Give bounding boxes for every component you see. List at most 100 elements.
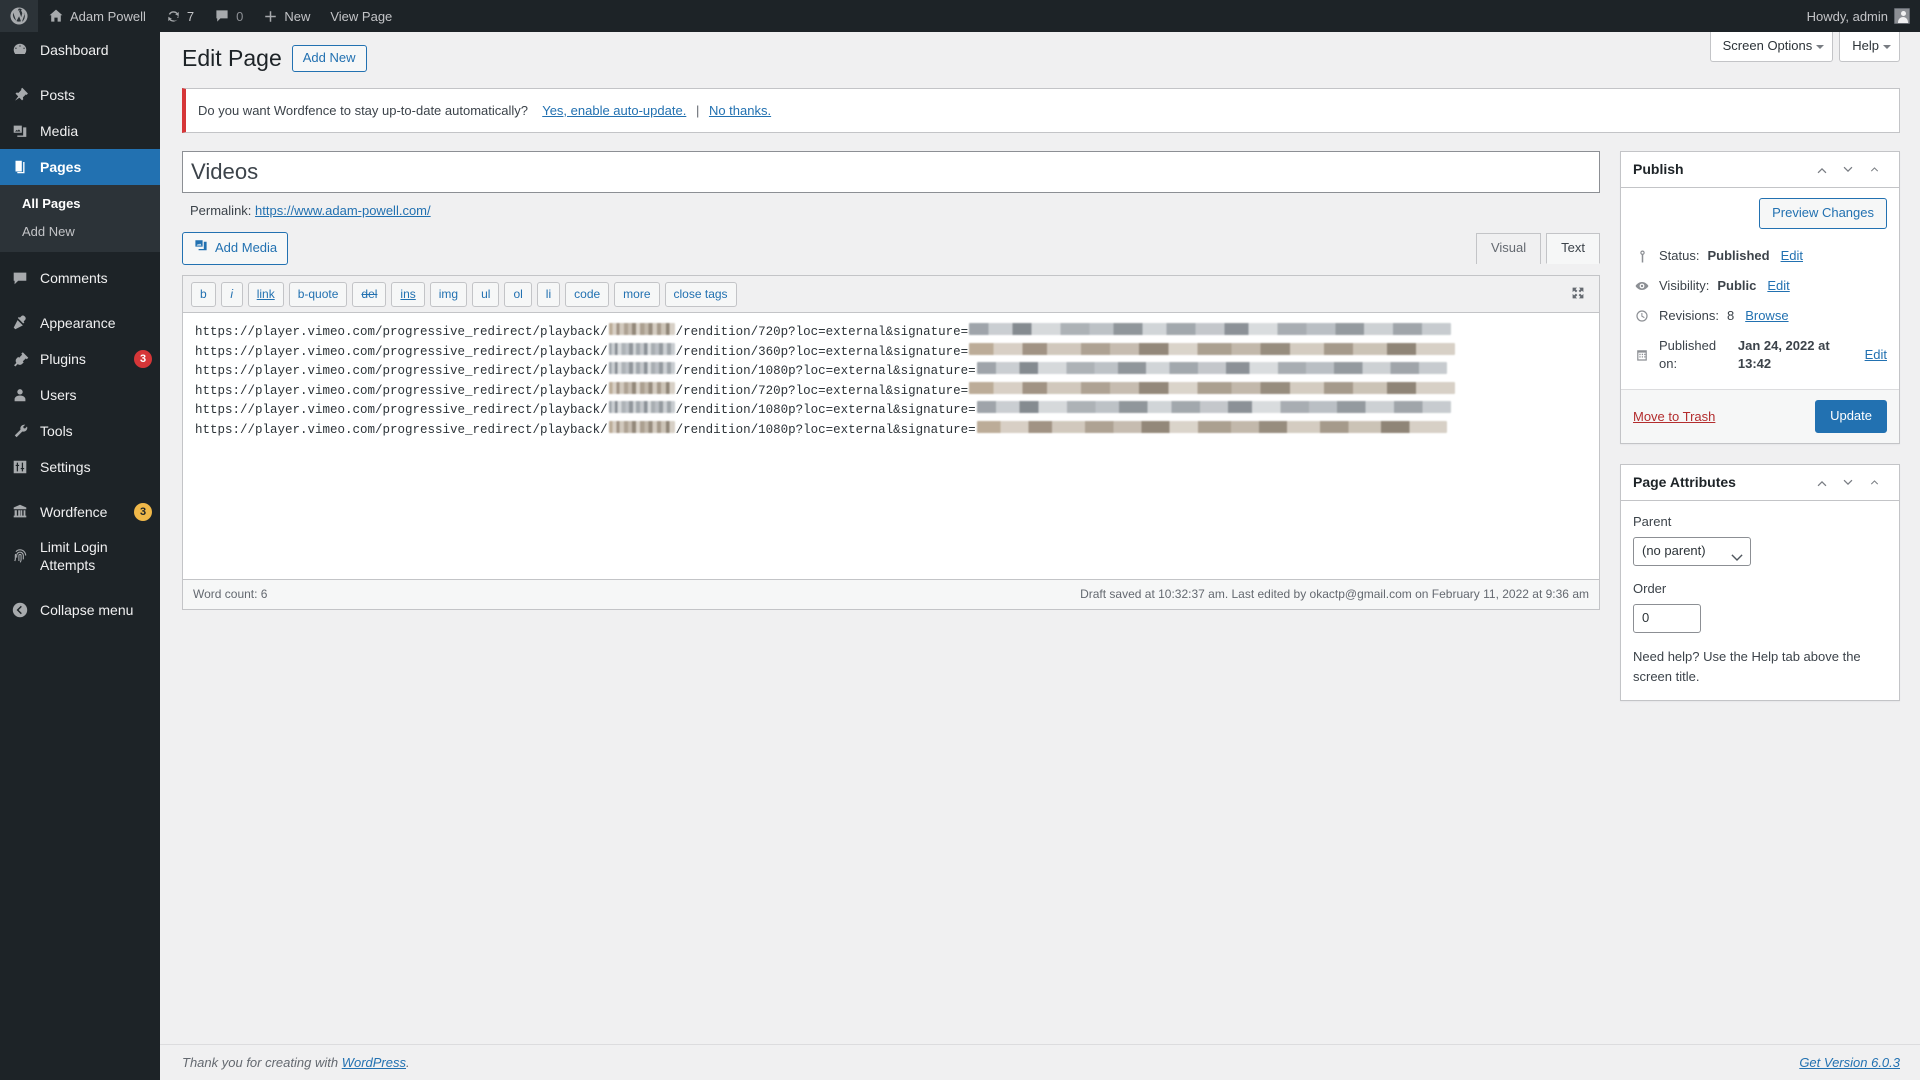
edit-status-link[interactable]: Edit — [1781, 247, 1803, 265]
redacted-signature — [969, 323, 1452, 336]
redacted-video-id — [608, 420, 675, 433]
admin-sidebar: Dashboard Posts Media Pages All Pages Ad… — [0, 32, 168, 1080]
post-title-input[interactable] — [182, 151, 1600, 194]
update-button[interactable]: Update — [1815, 400, 1887, 434]
quicktag-del[interactable]: del — [352, 282, 387, 308]
sidebar-item-posts[interactable]: Posts — [0, 77, 160, 113]
no-thanks-link[interactable]: No thanks. — [709, 103, 771, 118]
editor-code-line: https://player.vimeo.com/progressive_red… — [195, 401, 1589, 421]
sidebar-item-plugins[interactable]: Plugins 3 — [0, 341, 160, 377]
visibility-row: Visibility: Public Edit — [1633, 271, 1887, 301]
url-prefix: https://player.vimeo.com/progressive_red… — [195, 325, 608, 340]
submenu-item-add-new[interactable]: Add New — [0, 218, 160, 246]
quicktag-ins[interactable]: ins — [391, 282, 425, 308]
pages-icon — [10, 157, 30, 177]
admin-bar: Adam Powell 7 0 New View Page Howdy, adm… — [0, 0, 1920, 32]
media-camera-icon — [193, 237, 209, 259]
browse-revisions-link[interactable]: Browse — [1745, 307, 1788, 325]
preview-row: Preview Changes — [1633, 198, 1887, 230]
edit-visibility-link[interactable]: Edit — [1767, 277, 1789, 295]
quicktag-li[interactable]: li — [536, 282, 561, 308]
editor-top: Add Media Visual Text — [182, 232, 1600, 275]
get-version-link[interactable]: Get Version 6.0.3 — [1799, 1055, 1900, 1070]
post-status-icon — [1633, 247, 1651, 265]
order-input[interactable] — [1633, 604, 1701, 634]
wordfence-autoupdate-notice: Do you want Wordfence to stay up-to-date… — [182, 87, 1900, 134]
quicktag-italic[interactable]: i — [220, 282, 243, 308]
footer-thanks-text: Thank you for creating with — [182, 1055, 339, 1070]
redacted-video-id — [608, 381, 675, 394]
visibility-label: Visibility: — [1659, 278, 1710, 294]
view-page-link[interactable]: View Page — [320, 0, 402, 32]
sidebar-item-media[interactable]: Media — [0, 113, 160, 149]
editor-wrap: Add Media Visual Text b i link b-quote d… — [182, 232, 1600, 611]
screen-options-button[interactable]: Screen Options — [1709, 32, 1834, 62]
quicktag-ul[interactable]: ul — [472, 282, 500, 308]
footer-version: Get Version 6.0.3 — [1799, 1055, 1900, 1070]
visibility-eye-icon — [1633, 277, 1651, 295]
pin-icon — [10, 85, 30, 105]
add-new-page-button[interactable]: Add New — [291, 45, 367, 73]
sidebar-item-appearance[interactable]: Appearance — [0, 305, 160, 341]
quicktag-bold[interactable]: b — [191, 282, 216, 308]
editor-code-line: https://player.vimeo.com/progressive_red… — [195, 342, 1589, 363]
url-prefix: https://player.vimeo.com/progressive_red… — [195, 403, 608, 418]
sidebar-item-pages[interactable]: Pages — [0, 149, 168, 185]
site-name-menu[interactable]: Adam Powell — [38, 0, 156, 32]
quicktag-blockquote[interactable]: b-quote — [288, 282, 348, 308]
sidebar-item-users[interactable]: Users — [0, 377, 160, 413]
tab-visual[interactable]: Visual — [1475, 233, 1542, 265]
enable-autoupdate-link[interactable]: Yes, enable auto-update. — [542, 103, 686, 118]
fingerprint-icon — [10, 546, 30, 566]
preview-changes-button[interactable]: Preview Changes — [1759, 198, 1887, 230]
admin-footer: Thank you for creating with WordPress. G… — [160, 1044, 1920, 1080]
toggle-panel-icon[interactable] — [1861, 157, 1887, 183]
move-up-icon[interactable] — [1809, 157, 1835, 183]
comments-menu[interactable]: 0 — [204, 0, 253, 32]
sidebar-item-label: Wordfence — [40, 504, 108, 520]
publish-box-header: Publish — [1621, 152, 1899, 189]
sidebar-item-label: Appearance — [40, 315, 116, 331]
move-down-icon[interactable] — [1835, 157, 1861, 183]
post-content-textarea[interactable]: https://player.vimeo.com/progressive_red… — [182, 312, 1600, 581]
sidebar-item-comments[interactable]: Comments — [0, 260, 160, 296]
post-body-content: Permalink: https://www.adam-powell.com/ … — [182, 151, 1600, 611]
toggle-panel-icon[interactable] — [1861, 470, 1887, 496]
parent-select[interactable]: (no parent) — [1633, 537, 1751, 567]
wp-logo-menu[interactable] — [0, 0, 38, 32]
submenu-item-all-pages[interactable]: All Pages — [0, 190, 160, 218]
updates-menu[interactable]: 7 — [156, 0, 204, 32]
page-title-row: Edit Page Add New — [182, 32, 1900, 74]
quicktag-close-tags[interactable]: close tags — [664, 282, 737, 308]
tab-text[interactable]: Text — [1546, 233, 1600, 265]
collapse-menu-button[interactable]: Collapse menu — [0, 592, 160, 628]
quicktag-code[interactable]: code — [565, 282, 610, 308]
fullscreen-icon[interactable] — [1569, 284, 1589, 304]
sidebar-item-tools[interactable]: Tools — [0, 413, 160, 449]
media-buttons: Add Media — [182, 232, 1600, 275]
quicktag-more[interactable]: more — [614, 282, 660, 308]
footer-period: . — [406, 1055, 410, 1070]
add-media-button[interactable]: Add Media — [182, 232, 289, 266]
sidebar-item-limit-login-attempts[interactable]: Limit Login Attempts — [0, 530, 160, 582]
quicktag-link[interactable]: link — [247, 282, 284, 308]
url-rendition: /rendition/1080p?loc=external&signature= — [675, 403, 976, 418]
quicktag-img[interactable]: img — [429, 282, 468, 308]
my-account-menu[interactable]: Howdy, admin — [1797, 0, 1920, 32]
url-prefix: https://player.vimeo.com/progressive_red… — [195, 383, 608, 398]
sidebar-item-settings[interactable]: Settings — [0, 449, 160, 485]
move-to-trash-link[interactable]: Move to Trash — [1633, 409, 1715, 424]
sidebar-item-dashboard[interactable]: Dashboard — [0, 32, 160, 68]
help-button[interactable]: Help — [1839, 32, 1900, 62]
move-up-icon[interactable] — [1809, 470, 1835, 496]
redacted-video-id — [608, 362, 675, 375]
permalink-url[interactable]: https://www.adam-powell.com/ — [255, 203, 431, 218]
quicktag-ol[interactable]: ol — [504, 282, 532, 308]
page-attributes-inside: Parent (no parent) Order Need help? Use … — [1621, 501, 1899, 700]
revisions-row: Revisions: 8 Browse — [1633, 301, 1887, 331]
wordpress-link[interactable]: WordPress — [342, 1055, 406, 1070]
edit-published-link[interactable]: Edit — [1865, 346, 1887, 364]
new-content-menu[interactable]: New — [253, 0, 320, 32]
move-down-icon[interactable] — [1835, 470, 1861, 496]
sidebar-item-wordfence[interactable]: Wordfence 3 — [0, 494, 160, 530]
